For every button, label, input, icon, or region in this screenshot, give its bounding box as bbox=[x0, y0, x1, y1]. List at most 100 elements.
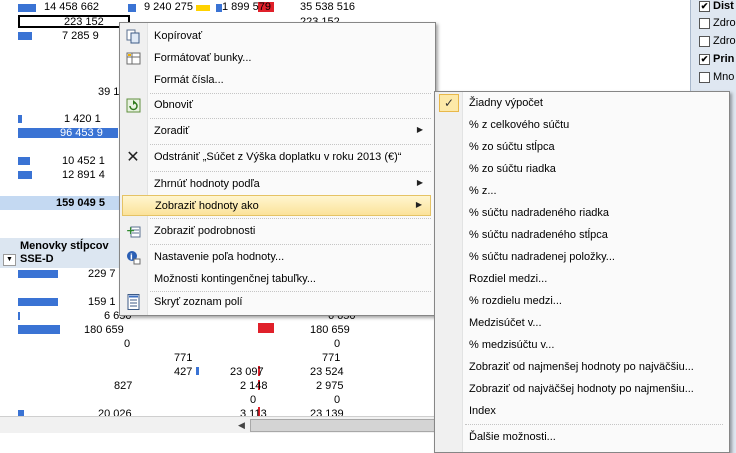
menu-item-copy[interactable]: Kopírovať bbox=[122, 26, 431, 47]
menu-item-label: Nastavenie poľa hodnoty... bbox=[154, 251, 285, 263]
submenu-item-label: Rozdiel medzi... bbox=[469, 273, 548, 285]
menu-separator bbox=[150, 171, 431, 172]
cell-value[interactable]: 96 453 9 bbox=[60, 127, 103, 139]
submenu-item-index[interactable]: Index bbox=[437, 401, 725, 422]
cell-value[interactable]: 0 bbox=[124, 338, 130, 350]
menu-item-label: Formát čísla... bbox=[154, 74, 224, 86]
cell-value[interactable]: 7 285 9 bbox=[62, 30, 99, 42]
checkbox-icon[interactable] bbox=[699, 35, 710, 47]
cell-value[interactable]: 827 bbox=[114, 380, 132, 392]
menu-item-number-format[interactable]: Formát čísla... bbox=[122, 70, 431, 91]
cell-value[interactable]: 39 1 bbox=[98, 86, 119, 98]
submenu-item-pct-parent-total[interactable]: % súčtu nadradenej položky... bbox=[437, 247, 725, 268]
filter-dropdown-button[interactable]: ▼ bbox=[3, 254, 16, 266]
submenu-item-pct-row-total[interactable]: % zo súčtu riadka bbox=[437, 159, 725, 180]
cell-value[interactable]: 159 1 bbox=[88, 296, 116, 308]
cell-value[interactable]: 0 bbox=[334, 394, 340, 406]
cell-value[interactable]: 1 899 579 bbox=[222, 1, 271, 13]
horizontal-scrollbar[interactable]: ◀ bbox=[0, 416, 470, 433]
submenu-item-rank-largest-to-smallest[interactable]: Zobraziť od najväčšej hodnoty po najmenš… bbox=[437, 379, 725, 400]
menu-item-label: Formátovať bunky... bbox=[154, 52, 252, 64]
menu-item-label: Zobraziť hodnoty ako bbox=[155, 200, 259, 212]
svg-text:i: i bbox=[130, 252, 133, 261]
submenu-item-no-calculation[interactable]: ✓ Žiadny výpočet bbox=[437, 93, 725, 114]
show-details-icon: + bbox=[125, 223, 141, 239]
menu-item-label: Zobraziť podrobnosti bbox=[154, 225, 256, 237]
checkbox-icon[interactable] bbox=[699, 71, 710, 83]
submenu-item-pct-parent-row[interactable]: % súčtu nadradeného riadka bbox=[437, 203, 725, 224]
submenu-item-label: % súčtu nadradeného stĺpca bbox=[469, 229, 608, 241]
data-bar bbox=[18, 270, 58, 278]
cell-value[interactable]: 1 420 1 bbox=[64, 113, 101, 125]
submenu-item-pct-parent-column[interactable]: % súčtu nadradeného stĺpca bbox=[437, 225, 725, 246]
submenu-item-label: Medzisúčet v... bbox=[469, 317, 542, 329]
menu-item-summarize-by[interactable]: Zhrnúť hodnoty podľa ▶ bbox=[122, 174, 431, 195]
menu-item-format-cells[interactable]: Formátovať bunky... bbox=[122, 48, 431, 69]
cell-value[interactable]: 23 524 bbox=[310, 366, 344, 378]
format-cells-icon bbox=[125, 50, 141, 66]
checkbox-checked-icon[interactable]: ✔ bbox=[699, 53, 710, 65]
cell-value[interactable]: 2 148 bbox=[240, 380, 268, 392]
checkbox-checked-icon[interactable]: ✔ bbox=[699, 0, 710, 12]
data-bar bbox=[258, 323, 274, 333]
submenu-item-pct-column-total[interactable]: % zo súčtu stĺpca bbox=[437, 137, 725, 158]
cell-value[interactable]: 771 bbox=[322, 352, 340, 364]
cell-value[interactable]: 2 975 bbox=[316, 380, 344, 392]
data-bar bbox=[18, 298, 58, 306]
scrollbar-thumb[interactable] bbox=[250, 419, 452, 432]
field-label: Mno bbox=[713, 71, 735, 83]
menu-item-label: Odstrániť „Súčet z Výška doplatku v roku… bbox=[154, 151, 402, 163]
field-checkbox-item[interactable]: Zdro bbox=[699, 35, 736, 47]
submenu-arrow-icon: ▶ bbox=[416, 125, 423, 134]
submenu-arrow-icon: ▶ bbox=[416, 178, 423, 187]
menu-item-value-field-settings[interactable]: i Nastavenie poľa hodnoty... bbox=[122, 247, 431, 268]
cell-value[interactable]: 223 152 bbox=[64, 16, 104, 28]
cell-value[interactable]: 35 538 516 bbox=[300, 1, 355, 13]
checkbox-icon[interactable] bbox=[699, 17, 710, 29]
menu-item-remove-field[interactable]: ✕ Odstrániť „Súčet z Výška doplatku v ro… bbox=[122, 147, 431, 168]
menu-item-hide-field-list[interactable]: Skryť zoznam polí bbox=[122, 292, 431, 313]
cell-value[interactable]: 12 891 4 bbox=[62, 169, 105, 181]
refresh-icon bbox=[125, 97, 141, 113]
submenu-item-label: % zo súčtu stĺpca bbox=[469, 141, 555, 153]
cell-value[interactable]: 23 097 bbox=[230, 366, 264, 378]
field-checkbox-item[interactable]: ✔ Dist bbox=[699, 0, 734, 12]
cell-value[interactable]: 14 458 662 bbox=[44, 1, 99, 13]
menu-item-pivot-options[interactable]: Možnosti kontingenčnej tabuľky... bbox=[122, 269, 431, 290]
cell-value[interactable]: 0 bbox=[250, 394, 256, 406]
submenu-item-pct-running-total[interactable]: % medzisúčtu v... bbox=[437, 335, 725, 356]
scroll-left-arrow-icon[interactable]: ◀ bbox=[238, 420, 245, 431]
submenu-item-pct-of[interactable]: % z... bbox=[437, 181, 725, 202]
cell-value[interactable]: 10 452 1 bbox=[62, 155, 105, 167]
copy-icon bbox=[125, 28, 141, 44]
menu-item-show-values-as[interactable]: Zobraziť hodnoty ako ▶ bbox=[122, 195, 431, 216]
menu-item-label: Obnoviť bbox=[154, 99, 193, 111]
column-labels-title: Menovky stĺpcov bbox=[20, 240, 109, 252]
submenu-item-difference-from[interactable]: Rozdiel medzi... bbox=[437, 269, 725, 290]
data-bar bbox=[196, 367, 199, 375]
menu-item-refresh[interactable]: Obnoviť bbox=[122, 95, 431, 116]
menu-item-label: Možnosti kontingenčnej tabuľky... bbox=[154, 273, 316, 285]
cell-value[interactable]: 0 bbox=[334, 338, 340, 350]
menu-item-sort[interactable]: Zoradiť ▶ bbox=[122, 121, 431, 142]
menu-separator bbox=[150, 218, 431, 219]
submenu-item-running-total[interactable]: Medzisúčet v... bbox=[437, 313, 725, 334]
cell-value[interactable]: 229 7 bbox=[88, 268, 116, 280]
submenu-item-more-options[interactable]: Ďalšie možnosti... bbox=[437, 427, 725, 448]
submenu-item-pct-grand-total[interactable]: % z celkového súčtu bbox=[437, 115, 725, 136]
data-bar bbox=[18, 325, 60, 334]
data-bar bbox=[18, 171, 32, 179]
cell-value[interactable]: 180 659 bbox=[310, 324, 350, 336]
field-checkbox-item[interactable]: Zdro bbox=[699, 17, 736, 29]
field-checkbox-item[interactable]: Mno bbox=[699, 71, 734, 83]
submenu-item-rank-smallest-to-largest[interactable]: Zobraziť od najmenšej hodnoty po najväčš… bbox=[437, 357, 725, 378]
cell-value[interactable]: 159 049 5 bbox=[56, 197, 105, 209]
menu-item-show-details[interactable]: + Zobraziť podrobnosti bbox=[122, 221, 431, 242]
menu-separator bbox=[150, 118, 431, 119]
cell-value[interactable]: 180 659 bbox=[84, 324, 124, 336]
field-checkbox-item[interactable]: ✔ Prin bbox=[699, 53, 734, 65]
cell-value[interactable]: 9 240 275 bbox=[144, 1, 193, 13]
cell-value[interactable]: 771 bbox=[174, 352, 192, 364]
submenu-item-pct-difference-from[interactable]: % rozdielu medzi... bbox=[437, 291, 725, 312]
cell-value[interactable]: 427 bbox=[174, 366, 192, 378]
